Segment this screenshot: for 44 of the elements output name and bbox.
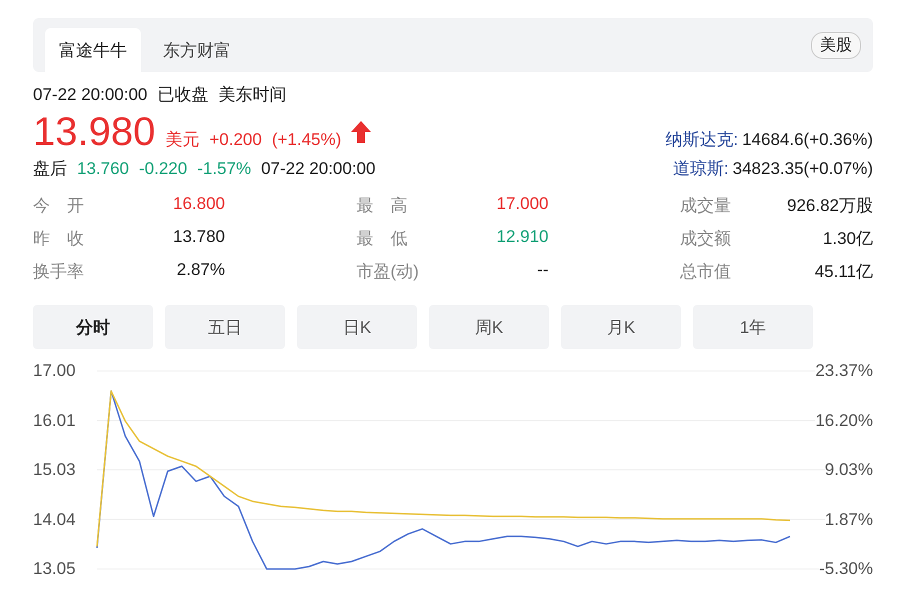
index-name[interactable]: 纳斯达克: [665,129,738,152]
stat-value: 13.780 [173,227,225,248]
stat-label: 最 高 [356,195,408,218]
price-change: +0.200 [209,129,262,152]
period-tab[interactable]: 五日 [165,305,285,350]
market-state: 已收盘 [157,84,208,106]
period-tab[interactable]: 月K [561,305,681,350]
period-tab[interactable]: 分时 [33,305,153,350]
stat-label: 总市值 [680,261,731,284]
stock-price: 13.980 [33,109,156,156]
after-hours-label: 盘后 [33,158,67,180]
index-value: 34823.35(+0.07%) [732,158,873,180]
stat-label: 成交量 [680,195,731,218]
stat-value: 12.910 [496,227,548,248]
period-tab[interactable]: 日K [297,305,417,350]
stat-label: 昨 收 [33,228,84,250]
stat-value: 17.000 [496,194,548,216]
timezone-label: 美东时间 [218,84,286,106]
stat-value: 1.30亿 [822,228,873,250]
stat-label: 市盈(动) [356,261,419,284]
stat-value: 45.11亿 [814,261,873,284]
stat-label: 最 低 [356,228,408,250]
period-tab[interactable]: 1年 [693,305,813,350]
source-tab[interactable]: 东方财富 [149,28,245,72]
stat-value: 16.800 [173,194,225,216]
index-name[interactable]: 道琼斯: [672,158,729,180]
stat-label: 今 开 [33,195,84,218]
after-hours-price: 13.760 [77,158,129,180]
stat-value: -- [537,260,548,282]
quote-datetime: 07-22 20:00:00 [33,84,148,106]
after-hours-change: -0.220 [139,158,188,180]
stat-label: 换手率 [33,261,84,284]
index-value: 14684.6(+0.36%) [742,129,873,152]
market-badge: 美股 [811,32,861,58]
source-tab[interactable]: 富途牛牛 [45,28,141,72]
up-arrow-icon [351,121,372,144]
stat-value: 2.87% [176,260,225,282]
stat-label: 成交额 [680,228,731,250]
after-hours-change-percent: -1.57% [197,158,252,180]
after-hours-time: 07-22 20:00:00 [261,158,376,180]
price-change-percent: (+1.45%) [272,129,342,152]
period-tab[interactable]: 周K [429,305,549,350]
stat-value: 926.82万股 [787,195,873,218]
currency-label: 美元 [165,129,200,152]
